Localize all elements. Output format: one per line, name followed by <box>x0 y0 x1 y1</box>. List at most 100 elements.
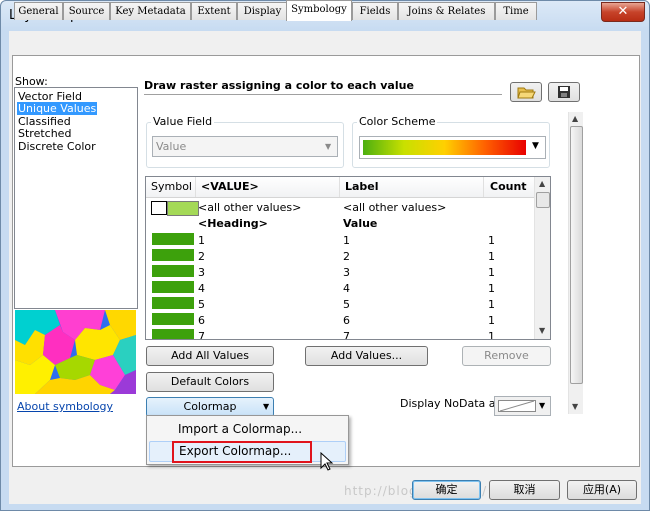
show-item-unique-values[interactable]: Unique Values <box>17 102 98 115</box>
default-colors-button[interactable]: Default Colors <box>146 372 274 392</box>
table-row[interactable]: 3 3 1 <box>146 264 534 280</box>
tab-joins-relates[interactable]: Joins & Relates <box>398 2 495 20</box>
other-values-symbol[interactable] <box>167 201 199 216</box>
table-header: Symbol <VALUE> Label Count <box>146 177 534 198</box>
count-cell: 1 <box>488 282 495 295</box>
column-divider <box>339 177 340 197</box>
table-row[interactable]: 7 7 1 <box>146 328 534 340</box>
table-row[interactable]: 5 5 1 <box>146 296 534 312</box>
no-color-swatch-icon <box>498 400 536 412</box>
tab-key-metadata[interactable]: Key Metadata <box>110 2 191 20</box>
value-cell: 5 <box>198 298 205 311</box>
value-field-label: Value Field <box>151 115 215 128</box>
cancel-button[interactable]: 取消 <box>489 480 560 500</box>
column-header-label[interactable]: Label <box>345 180 379 193</box>
scroll-thumb[interactable] <box>570 126 583 384</box>
menu-item-import-colormap[interactable]: Import a Colormap... <box>149 419 344 439</box>
count-cell: 1 <box>488 250 495 263</box>
colormap-button-label: Colormap <box>183 400 237 413</box>
tab-time[interactable]: Time <box>495 2 537 20</box>
renderer-description: Draw raster assigning a color to each va… <box>144 79 502 95</box>
value-field-select[interactable]: Value ▼ <box>152 136 338 157</box>
about-symbology-link[interactable]: About symbology <box>17 400 113 413</box>
nodata-label: Display NoData as <box>400 397 502 410</box>
table-row[interactable]: 4 4 1 <box>146 280 534 296</box>
table-row-other-values[interactable]: <all other values> <all other values> <box>146 199 534 216</box>
symbology-preview-image <box>15 310 136 394</box>
remove-button[interactable]: Remove <box>462 346 551 366</box>
tab-fields[interactable]: Fields <box>352 2 398 20</box>
symbology-panel-scrollbar[interactable]: ▲ ▼ <box>568 112 583 414</box>
value-symbol[interactable] <box>152 281 194 293</box>
open-layer-file-button[interactable] <box>510 82 542 102</box>
show-item-stretched[interactable]: Stretched <box>17 127 72 140</box>
other-values-value: <all other values> <box>198 201 302 214</box>
show-list[interactable]: Vector Field Unique Values Classified St… <box>14 87 138 309</box>
tab-extent[interactable]: Extent <box>191 2 237 20</box>
count-cell: 1 <box>488 298 495 311</box>
apply-button[interactable]: 应用(A) <box>567 480 637 500</box>
label-cell: 4 <box>343 282 350 295</box>
table-row[interactable]: 2 2 1 <box>146 248 534 264</box>
table-row[interactable]: 1 1 1 <box>146 232 534 248</box>
chevron-down-icon: ▼ <box>325 142 332 151</box>
scroll-up-icon: ▲ <box>572 114 579 123</box>
value-cell: 6 <box>198 314 205 327</box>
label-cell: 7 <box>343 330 350 340</box>
ok-button[interactable]: 确定 <box>412 480 481 500</box>
tab-symbology[interactable]: Symbology <box>286 0 352 21</box>
value-symbol[interactable] <box>152 297 194 309</box>
color-scheme-select[interactable]: ▼ <box>359 136 546 159</box>
label-cell: 5 <box>343 298 350 311</box>
nodata-color-select[interactable]: ▼ <box>494 396 551 416</box>
folder-open-icon <box>517 87 536 99</box>
unique-values-table[interactable]: Symbol <VALUE> Label Count <all other va… <box>145 176 551 340</box>
value-symbol[interactable] <box>152 313 194 325</box>
value-field-selected: Value <box>156 140 187 153</box>
save-layer-file-button[interactable] <box>548 82 580 102</box>
close-button[interactable]: ✕ <box>601 2 645 22</box>
color-scheme-label: Color Scheme <box>357 115 438 128</box>
column-divider <box>195 177 196 197</box>
column-header-symbol[interactable]: Symbol <box>151 180 192 193</box>
scroll-down-icon: ▼ <box>539 326 546 335</box>
value-cell: 4 <box>198 282 205 295</box>
value-symbol[interactable] <box>152 329 194 339</box>
column-divider <box>483 177 484 197</box>
table-row-heading[interactable]: <Heading> Value <box>146 215 534 231</box>
other-values-label: <all other values> <box>343 201 447 214</box>
tab-general[interactable]: General <box>14 2 63 20</box>
table-row[interactable]: 6 6 1 <box>146 312 534 328</box>
scroll-down-icon: ▼ <box>572 402 579 411</box>
colormap-button[interactable]: Colormap ▼ <box>146 397 274 417</box>
other-values-checkbox[interactable] <box>151 201 167 215</box>
add-values-button[interactable]: Add Values... <box>305 346 428 366</box>
add-all-values-button[interactable]: Add All Values <box>146 346 274 366</box>
scroll-thumb[interactable] <box>536 192 550 208</box>
tab-source[interactable]: Source <box>63 2 110 20</box>
chevron-down-icon: ▼ <box>263 402 270 411</box>
count-cell: 1 <box>488 266 495 279</box>
value-cell: 3 <box>198 266 205 279</box>
value-symbol[interactable] <box>152 233 194 245</box>
value-symbol[interactable] <box>152 265 194 277</box>
column-header-count[interactable]: Count <box>490 180 527 193</box>
scroll-up-icon: ▲ <box>539 179 546 188</box>
label-cell: 1 <box>343 234 350 247</box>
mouse-cursor-icon <box>320 452 334 471</box>
heading-value: <Heading> <box>198 217 268 230</box>
table-scrollbar[interactable]: ▲ ▼ <box>534 177 550 339</box>
highlight-box <box>172 441 312 463</box>
show-item-discrete-color[interactable]: Discrete Color <box>17 140 97 153</box>
label-cell: 3 <box>343 266 350 279</box>
chevron-down-icon: ▼ <box>532 141 539 151</box>
value-symbol[interactable] <box>152 249 194 261</box>
count-cell: 1 <box>488 330 495 340</box>
column-header-value[interactable]: <VALUE> <box>201 180 259 193</box>
label-cell: 2 <box>343 250 350 263</box>
count-cell: 1 <box>488 234 495 247</box>
count-cell: 1 <box>488 314 495 327</box>
heading-label: Value <box>343 217 378 230</box>
menu-item-label: Import a Colormap... <box>178 422 303 436</box>
tab-display[interactable]: Display <box>237 2 288 20</box>
